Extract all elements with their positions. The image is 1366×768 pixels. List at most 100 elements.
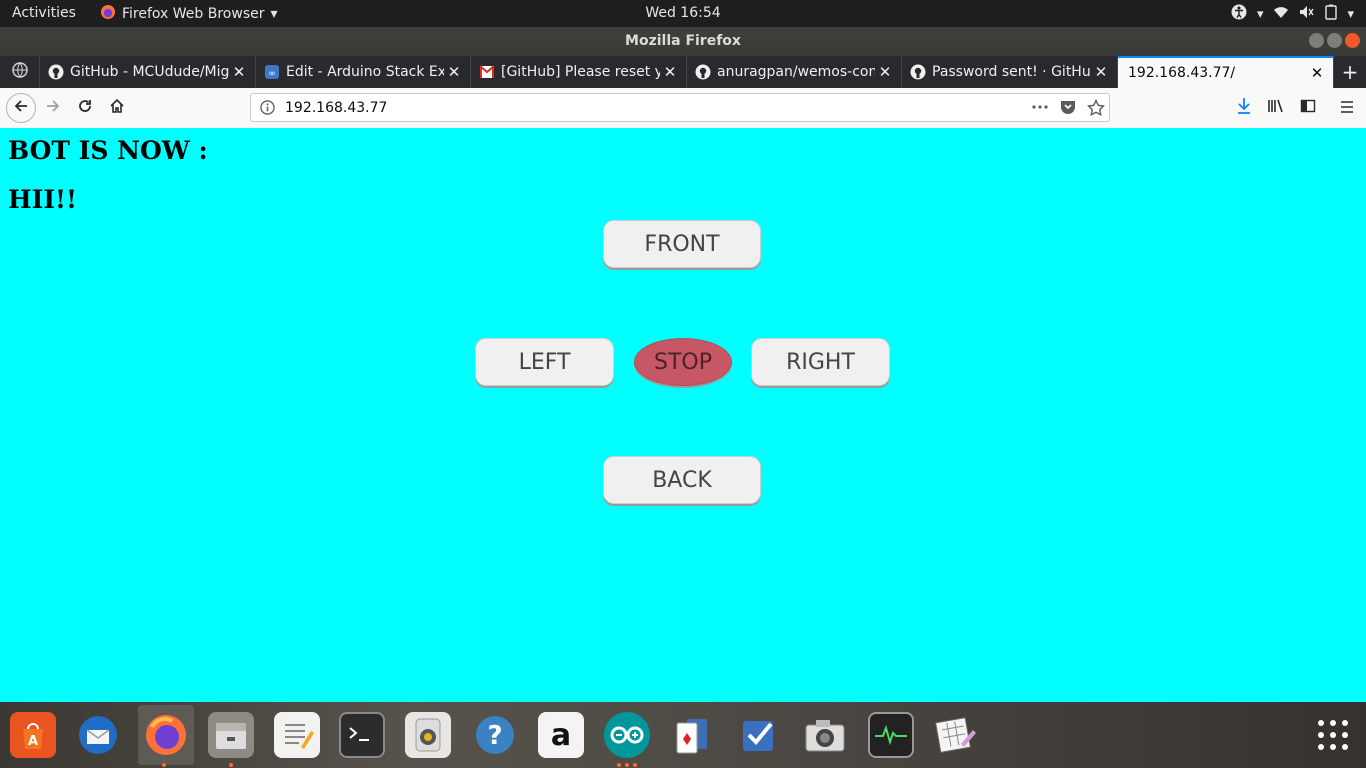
tab-arduino-stack-exchange[interactable]: ∞ Edit - Arduino Stack Exc ✕ (256, 56, 471, 88)
forward-button[interactable] (40, 96, 66, 120)
stop-button[interactable]: STOP (634, 338, 732, 386)
system-tray[interactable]: ▾ ▾ (1231, 4, 1354, 24)
svg-text:∞: ∞ (268, 69, 276, 79)
page-actions-icon[interactable] (1031, 99, 1049, 115)
amazon-logo: a (550, 717, 572, 753)
running-indicator (229, 763, 233, 767)
arrow-left-icon (13, 98, 29, 118)
reload-button[interactable] (72, 96, 98, 120)
running-indicator (162, 763, 166, 767)
close-icon[interactable]: ✕ (1307, 64, 1327, 82)
home-icon (109, 98, 125, 118)
back-button[interactable] (6, 93, 36, 123)
activities-button[interactable]: Activities (12, 5, 76, 21)
status-heading: BOT IS NOW : (8, 136, 208, 165)
wifi-icon[interactable] (1273, 5, 1289, 23)
sidebar-icon (1300, 98, 1316, 118)
tab-label: 192.168.43.77/ (1128, 65, 1236, 81)
download-arrow-icon (1236, 97, 1252, 119)
plus-icon: + (1341, 60, 1359, 84)
github-icon (910, 64, 926, 80)
help-icon[interactable]: ? (472, 712, 518, 758)
navigation-toolbar: 192.168.43.77 (0, 88, 1366, 129)
accessibility-icon[interactable] (1231, 4, 1247, 24)
chevron-down-icon[interactable]: ▾ (1347, 7, 1354, 22)
hamburger-menu-icon (1339, 99, 1355, 118)
page-content: BOT IS NOW : HII!! FRONT LEFT STOP RIGHT… (0, 128, 1366, 702)
text-editor-icon[interactable] (274, 712, 320, 758)
sidebar-button[interactable] (1295, 96, 1321, 120)
tab-label: GitHub - MCUdude/Mig (70, 64, 229, 80)
info-icon[interactable] (260, 100, 275, 119)
library-button[interactable] (1263, 96, 1289, 120)
system-monitor-icon[interactable] (868, 712, 914, 758)
battery-icon[interactable] (1325, 4, 1338, 24)
tab-label: anuragpan/wemos-con (717, 64, 875, 80)
bookmark-star-icon[interactable] (1087, 99, 1105, 117)
gnome-top-bar: Activities Firefox Web Browser ▾ Wed 16:… (0, 0, 1366, 27)
svg-text:A: A (28, 734, 38, 749)
left-button[interactable]: LEFT (475, 338, 614, 386)
svg-text:?: ? (487, 721, 502, 751)
running-indicator (625, 763, 629, 767)
home-button[interactable] (104, 96, 130, 120)
arrow-right-icon (45, 98, 61, 118)
close-icon[interactable]: ✕ (444, 63, 464, 81)
stackexchange-icon: ∞ (264, 64, 280, 80)
app-menu-label: Firefox Web Browser (122, 6, 265, 22)
tasks-icon[interactable] (736, 712, 782, 758)
show-apps-icon[interactable] (1310, 712, 1356, 758)
arduino-icon[interactable] (604, 712, 650, 758)
ubuntu-software-icon[interactable]: A (10, 712, 56, 758)
files-icon[interactable] (208, 712, 254, 758)
tab-password-sent[interactable]: Password sent! · GitHub ✕ (902, 56, 1118, 88)
sudoku-icon[interactable] (933, 712, 979, 758)
minimize-button[interactable] (1309, 33, 1324, 48)
tab-bar: GitHub - MCUdude/Mig ✕ ∞ Edit - Arduino … (0, 56, 1366, 88)
url-text[interactable]: 192.168.43.77 (285, 100, 387, 116)
library-icon (1267, 98, 1285, 118)
firefox-icon[interactable] (138, 705, 194, 765)
gmail-icon (479, 64, 495, 80)
close-icon[interactable]: ✕ (229, 63, 249, 81)
tab-overview-button[interactable] (0, 56, 40, 88)
tab-github-mcudude[interactable]: GitHub - MCUdude/Mig ✕ (40, 56, 256, 88)
close-icon[interactable]: ✕ (1091, 63, 1111, 81)
volume-icon[interactable] (1299, 5, 1315, 23)
close-icon[interactable]: ✕ (660, 63, 680, 81)
right-button[interactable]: RIGHT (751, 338, 890, 386)
firefox-icon (100, 4, 116, 24)
status-message: HII!! (8, 185, 77, 214)
downloads-button[interactable] (1231, 96, 1257, 120)
tab-label: Edit - Arduino Stack Exc (286, 64, 444, 80)
camera-icon[interactable] (802, 712, 848, 758)
running-indicator (617, 763, 621, 767)
ubuntu-dock: A ? a (0, 702, 1366, 768)
amazon-icon[interactable]: a (538, 712, 584, 758)
tab-github-reset-email[interactable]: [GitHub] Please reset yo ✕ (471, 56, 687, 88)
close-window-button[interactable] (1345, 33, 1360, 48)
close-icon[interactable]: ✕ (875, 63, 895, 81)
github-icon (48, 64, 64, 80)
tab-label: Password sent! · GitHub (932, 64, 1091, 80)
tab-active-local[interactable]: 192.168.43.77/ ✕ (1118, 56, 1334, 88)
pocket-icon[interactable] (1059, 99, 1077, 115)
app-menu[interactable]: Firefox Web Browser ▾ (100, 4, 278, 24)
url-bar[interactable]: 192.168.43.77 (250, 93, 1110, 122)
clock[interactable]: Wed 16:54 (645, 5, 720, 21)
window-title: Mozilla Firefox (625, 33, 741, 49)
maximize-button[interactable] (1327, 33, 1342, 48)
reload-icon (77, 98, 93, 118)
rhythmbox-icon[interactable] (405, 712, 451, 758)
back-button-control[interactable]: BACK (603, 456, 761, 504)
chevron-down-icon[interactable]: ▾ (1257, 7, 1264, 22)
solitaire-icon[interactable] (670, 712, 716, 758)
front-button[interactable]: FRONT (603, 220, 761, 268)
menu-button[interactable] (1334, 96, 1360, 120)
new-tab-button[interactable]: + (1334, 56, 1366, 88)
tab-anuragpan-wemos[interactable]: anuragpan/wemos-con ✕ (687, 56, 902, 88)
globe-icon (11, 62, 28, 82)
chevron-down-icon: ▾ (270, 6, 278, 22)
terminal-icon[interactable] (339, 712, 385, 758)
thunderbird-icon[interactable] (75, 712, 121, 758)
